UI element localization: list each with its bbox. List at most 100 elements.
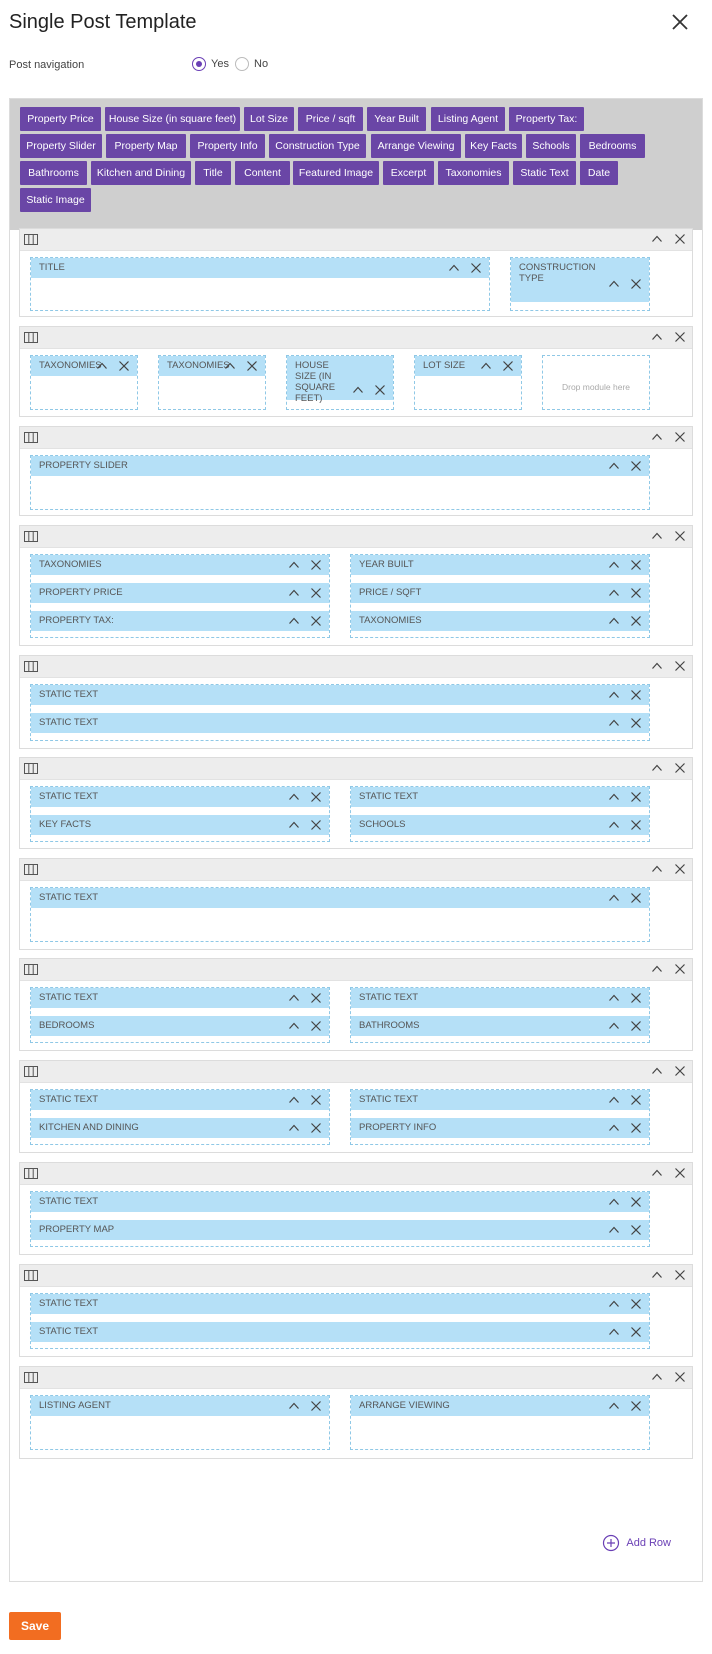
close-icon[interactable] [310, 791, 321, 802]
palette-module-button[interactable]: Key Facts [465, 134, 522, 158]
chevron-up-icon[interactable] [608, 460, 619, 471]
chevron-up-icon[interactable] [608, 1094, 619, 1105]
close-icon[interactable] [674, 762, 686, 774]
close-icon[interactable] [630, 892, 641, 903]
chevron-up-icon[interactable] [651, 762, 663, 774]
close-icon[interactable] [310, 1400, 321, 1411]
palette-module-button[interactable]: Kitchen and Dining [91, 161, 191, 185]
module-block[interactable]: Bedrooms [31, 1016, 329, 1036]
module-block[interactable]: Construction Type [511, 258, 649, 302]
palette-module-button[interactable]: Price / sqft [298, 107, 363, 131]
module-block[interactable]: Static Text [351, 787, 649, 807]
chevron-up-icon[interactable] [288, 791, 299, 802]
module-block[interactable]: Kitchen and Dining [31, 1118, 329, 1138]
chevron-up-icon[interactable] [608, 892, 619, 903]
columns-icon[interactable] [24, 432, 38, 443]
close-icon[interactable] [674, 530, 686, 542]
palette-module-button[interactable]: Property Tax: [509, 107, 584, 131]
close-icon[interactable] [630, 1020, 641, 1031]
columns-icon[interactable] [24, 1168, 38, 1179]
chevron-up-icon[interactable] [608, 992, 619, 1003]
chevron-up-icon[interactable] [224, 360, 235, 371]
close-icon[interactable] [630, 1196, 641, 1207]
chevron-up-icon[interactable] [448, 262, 459, 273]
module-block[interactable]: Schools [351, 815, 649, 835]
close-icon[interactable] [630, 1298, 641, 1309]
close-icon[interactable] [674, 331, 686, 343]
close-icon[interactable] [630, 587, 641, 598]
close-icon[interactable] [630, 992, 641, 1003]
close-icon[interactable] [310, 1020, 321, 1031]
close-icon[interactable] [310, 992, 321, 1003]
palette-module-button[interactable]: Featured Image [293, 161, 379, 185]
palette-module-button[interactable]: Property Map [106, 134, 186, 158]
chevron-up-icon[interactable] [608, 559, 619, 570]
module-block[interactable]: Listing Agent [31, 1396, 329, 1416]
close-icon[interactable] [674, 963, 686, 975]
chevron-up-icon[interactable] [288, 615, 299, 626]
module-block[interactable]: Static Text [31, 1090, 329, 1110]
palette-module-button[interactable]: Bathrooms [20, 161, 87, 185]
columns-icon[interactable] [24, 763, 38, 774]
chevron-up-icon[interactable] [608, 615, 619, 626]
module-block[interactable]: Static Text [31, 1192, 649, 1212]
chevron-up-icon[interactable] [288, 559, 299, 570]
chevron-up-icon[interactable] [608, 1298, 619, 1309]
module-block[interactable]: Static Text [31, 787, 329, 807]
module-block[interactable]: Static Text [31, 888, 649, 908]
columns-icon[interactable] [24, 234, 38, 245]
module-block[interactable]: Property Price [31, 583, 329, 603]
module-block[interactable]: Static Text [351, 988, 649, 1008]
close-icon[interactable] [310, 1122, 321, 1133]
close-icon[interactable] [630, 1326, 641, 1337]
close-icon[interactable] [470, 262, 481, 273]
chevron-up-icon[interactable] [651, 530, 663, 542]
module-block[interactable]: Key Facts [31, 815, 329, 835]
close-icon[interactable] [674, 1065, 686, 1077]
close-icon[interactable] [630, 717, 641, 728]
chevron-up-icon[interactable] [651, 1371, 663, 1383]
chevron-up-icon[interactable] [288, 587, 299, 598]
chevron-up-icon[interactable] [651, 431, 663, 443]
close-icon[interactable] [674, 660, 686, 672]
chevron-up-icon[interactable] [96, 360, 107, 371]
chevron-up-icon[interactable] [288, 992, 299, 1003]
close-icon[interactable] [630, 460, 641, 471]
chevron-up-icon[interactable] [651, 660, 663, 672]
palette-module-button[interactable]: Schools [526, 134, 576, 158]
close-icon[interactable] [630, 1122, 641, 1133]
columns-icon[interactable] [24, 864, 38, 875]
chevron-up-icon[interactable] [651, 233, 663, 245]
module-block[interactable]: House Size (in square feet) [287, 356, 393, 404]
columns-icon[interactable] [24, 531, 38, 542]
palette-module-button[interactable]: Listing Agent [431, 107, 505, 131]
module-block[interactable]: Year Built [351, 555, 649, 575]
palette-module-button[interactable]: Static Text [513, 161, 576, 185]
close-icon[interactable] [630, 278, 641, 289]
chevron-up-icon[interactable] [608, 1326, 619, 1337]
close-icon[interactable] [630, 615, 641, 626]
chevron-up-icon[interactable] [608, 278, 619, 289]
close-icon[interactable] [630, 791, 641, 802]
close-icon[interactable] [630, 559, 641, 570]
chevron-up-icon[interactable] [608, 587, 619, 598]
columns-icon[interactable] [24, 332, 38, 343]
palette-module-button[interactable]: Property Price [20, 107, 101, 131]
chevron-up-icon[interactable] [352, 384, 363, 395]
chevron-up-icon[interactable] [608, 1400, 619, 1411]
module-block[interactable]: Title [31, 258, 489, 278]
columns-icon[interactable] [24, 1270, 38, 1281]
module-block[interactable]: Static Text [31, 685, 649, 705]
chevron-up-icon[interactable] [651, 1065, 663, 1077]
close-icon[interactable] [630, 819, 641, 830]
close-icon[interactable] [246, 360, 257, 371]
close-icon[interactable] [310, 559, 321, 570]
chevron-up-icon[interactable] [608, 717, 619, 728]
columns-icon[interactable] [24, 661, 38, 672]
chevron-up-icon[interactable] [608, 791, 619, 802]
module-block[interactable]: Lot Size [415, 356, 521, 376]
close-icon[interactable] [668, 8, 692, 36]
module-block[interactable]: Property Slider [31, 456, 649, 476]
module-block[interactable]: Static Text [31, 1322, 649, 1342]
module-block[interactable]: Static Text [31, 988, 329, 1008]
